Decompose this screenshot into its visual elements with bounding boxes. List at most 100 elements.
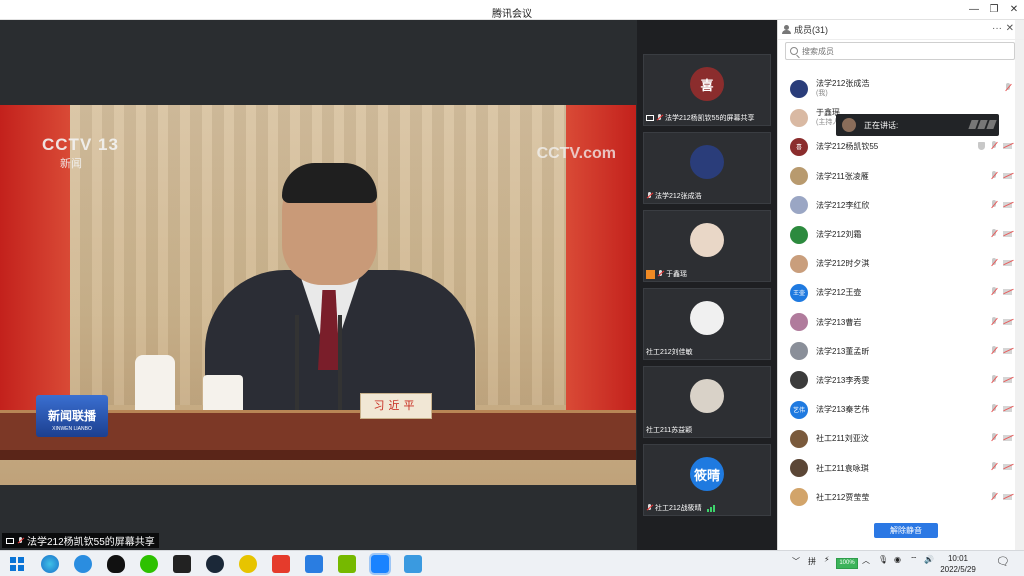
- tencent-meeting-icon[interactable]: [369, 553, 391, 575]
- speaker-hair: [282, 163, 377, 203]
- list-item[interactable]: 法学213曹岩: [778, 308, 1016, 337]
- list-item[interactable]: 法学212刘霜: [778, 220, 1016, 249]
- camera-off-icon[interactable]: [1003, 435, 1012, 442]
- mic-muted-icon[interactable]: [990, 228, 998, 239]
- share-caption-text: 法学212杨凯钦55的屏幕共享: [27, 537, 155, 548]
- camera-off-icon[interactable]: [1003, 143, 1012, 150]
- wps-office-icon[interactable]: [272, 555, 290, 573]
- wifi-icon[interactable]: ⌔: [910, 555, 918, 565]
- mic-muted-icon[interactable]: [990, 287, 998, 297]
- camera-off-icon[interactable]: [1003, 230, 1012, 237]
- avatar: [790, 342, 808, 361]
- mic-muted-icon[interactable]: [990, 462, 998, 472]
- mic-muted-icon[interactable]: [990, 199, 998, 210]
- people-icon: [782, 25, 791, 34]
- camera-off-icon[interactable]: [1003, 260, 1012, 267]
- mic-muted-icon[interactable]: [990, 374, 998, 385]
- mic-muted-icon[interactable]: [990, 258, 998, 268]
- camera-off-icon[interactable]: [1003, 493, 1012, 500]
- avatar: [790, 488, 808, 507]
- mic-muted-icon[interactable]: [990, 404, 998, 414]
- battery-indicator[interactable]: 100%: [836, 558, 858, 569]
- list-item[interactable]: 喜 法学212杨凯钦55: [778, 132, 1016, 161]
- mic-muted-icon[interactable]: [990, 491, 998, 502]
- qq-icon[interactable]: [107, 555, 125, 573]
- list-item[interactable]: 法学212张成浩 (我): [778, 74, 1016, 103]
- browser-icon[interactable]: [74, 555, 92, 573]
- host-icon: [646, 269, 655, 279]
- camera-off-icon[interactable]: [1003, 464, 1012, 471]
- participant-tile[interactable]: 社工211苏益颖: [643, 366, 771, 438]
- more-options-button[interactable]: ···: [992, 23, 1002, 34]
- title-bar: 腾讯会议 — ❐ ✕: [0, 0, 1024, 20]
- mic-muted-icon[interactable]: [990, 141, 998, 151]
- participant-tile[interactable]: 法学212张成浩: [643, 132, 771, 204]
- game-app-icon[interactable]: [239, 555, 257, 573]
- mic-muted-icon[interactable]: [990, 433, 998, 443]
- member-name: 社工211袁咏琪: [816, 463, 869, 473]
- nvidia-icon[interactable]: [338, 555, 356, 573]
- participant-tile[interactable]: 喜 法学212杨凯钦55的屏幕共享: [643, 54, 771, 126]
- list-item[interactable]: 法学212时夕淇: [778, 249, 1016, 278]
- side-strip: [1015, 20, 1024, 550]
- close-window-button[interactable]: ✕: [1006, 3, 1022, 17]
- clock[interactable]: 10:01 2022/5/29: [930, 553, 986, 575]
- microphone-left: [295, 315, 299, 410]
- unmute-all-button[interactable]: 解除静音: [874, 523, 938, 538]
- steam-icon[interactable]: [206, 555, 224, 573]
- speaker-avatar: [842, 118, 856, 132]
- mic-muted-icon: [656, 114, 663, 122]
- avatar: [790, 225, 808, 244]
- participant-tile[interactable]: 社工212刘佳敏: [643, 288, 771, 360]
- member-name: 法学213董孟昕: [816, 346, 870, 356]
- mic-muted-icon[interactable]: [990, 170, 998, 181]
- camera-off-icon[interactable]: [1003, 406, 1012, 413]
- microphone-icon[interactable]: 🎙: [878, 555, 888, 564]
- notification-icon[interactable]: 🗨: [996, 555, 1010, 568]
- camera-off-icon[interactable]: [1003, 289, 1012, 296]
- camera-off-icon[interactable]: [1003, 376, 1012, 383]
- minimize-button[interactable]: —: [966, 3, 982, 17]
- list-item[interactable]: 社工211袁咏琪: [778, 453, 1016, 482]
- participant-tile[interactable]: 于鑫瑶: [643, 210, 771, 282]
- chevron-up-icon[interactable]: ︿: [862, 555, 870, 566]
- list-item[interactable]: 社工212贾莹莹: [778, 483, 1016, 512]
- mic-muted-icon[interactable]: [990, 345, 998, 356]
- list-item[interactable]: 法学213李秀雯: [778, 366, 1016, 395]
- wechat-icon[interactable]: [140, 555, 158, 573]
- member-name: 法学212李红欣: [816, 200, 870, 210]
- tray-arrow-icon[interactable]: ﹀: [792, 556, 800, 567]
- list-item[interactable]: 社工211刘亚汶: [778, 424, 1016, 453]
- share-caption: 法学212杨凯钦55的屏幕共享: [2, 533, 159, 548]
- avatar: [790, 429, 808, 448]
- list-item[interactable]: 法学213董孟昕: [778, 337, 1016, 366]
- avatar: 艺伟: [790, 400, 808, 419]
- camera-off-icon[interactable]: [1003, 318, 1012, 325]
- epic-games-icon[interactable]: [173, 555, 191, 573]
- edge-browser-icon[interactable]: [41, 555, 59, 573]
- teacup-lid: [203, 375, 243, 415]
- shared-screen-stage[interactable]: CCTV 13 新闻 CCTV.com 习近平 新闻联播 XINWEN LIAN…: [0, 20, 637, 550]
- mic-muted-icon: [646, 192, 653, 200]
- tablet-app-icon[interactable]: [404, 555, 422, 573]
- mic-muted-icon[interactable]: [990, 316, 998, 327]
- avatar: 喜: [690, 67, 724, 101]
- restore-button[interactable]: ❐: [986, 3, 1002, 17]
- search-input[interactable]: [802, 46, 1002, 56]
- windows-start-icon[interactable]: [8, 555, 26, 573]
- participant-tile[interactable]: 筱晴 社工212战筱晴: [643, 444, 771, 516]
- camera-off-icon[interactable]: [1003, 172, 1012, 179]
- feishu-icon[interactable]: [305, 555, 323, 573]
- list-item[interactable]: 王壶 法学212王壶: [778, 278, 1016, 307]
- ime-indicator[interactable]: 拼: [808, 556, 816, 567]
- camera-off-icon[interactable]: [1003, 347, 1012, 354]
- mic-muted-icon[interactable]: [1004, 83, 1012, 93]
- list-item[interactable]: 法学211张凌雁: [778, 162, 1016, 191]
- qq-tray-icon[interactable]: ◉: [894, 555, 901, 564]
- camera-off-icon[interactable]: [1003, 201, 1012, 208]
- close-panel-button[interactable]: ✕: [1006, 23, 1014, 34]
- member-search[interactable]: [785, 42, 1015, 60]
- news-badge-title: 新闻联播: [47, 409, 96, 423]
- list-item[interactable]: 艺伟 法学213秦艺伟: [778, 395, 1016, 424]
- list-item[interactable]: 法学212李红欣: [778, 191, 1016, 220]
